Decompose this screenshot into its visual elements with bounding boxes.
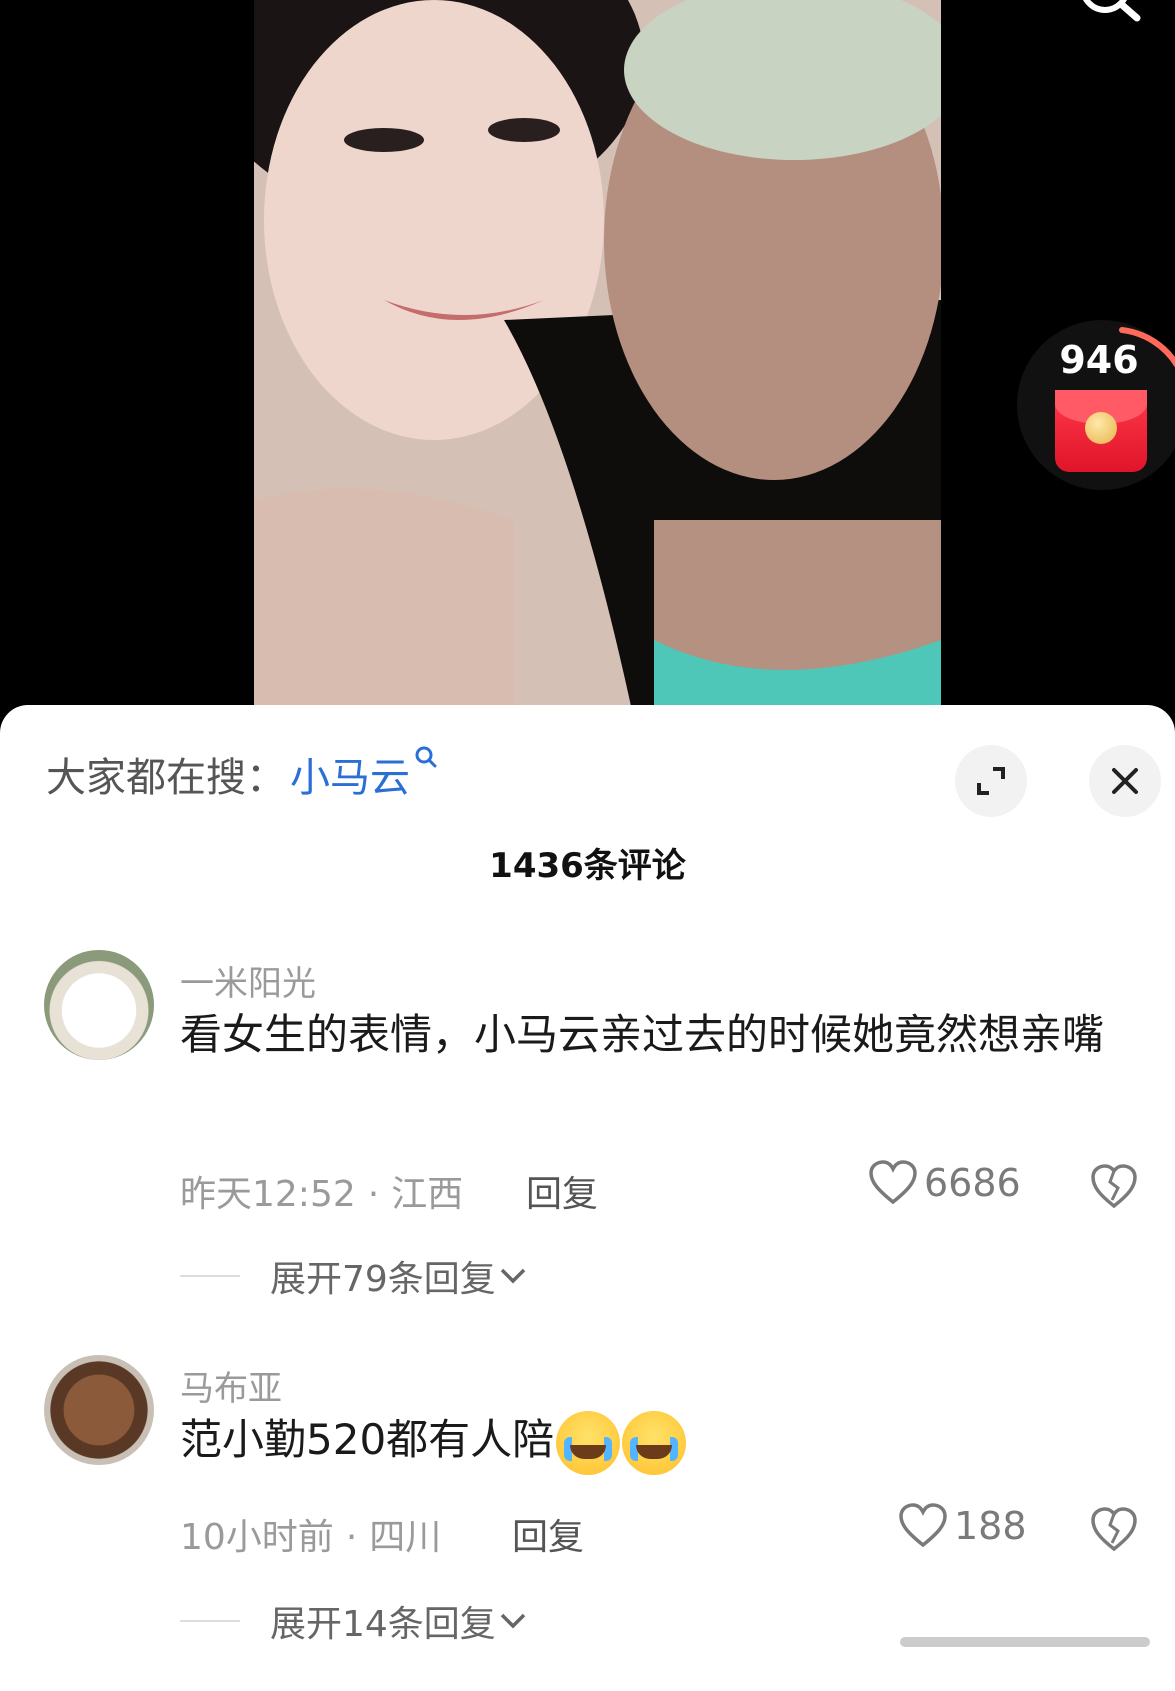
like-button[interactable]: 188 bbox=[898, 1503, 1027, 1549]
crying-emoji-icon bbox=[556, 1410, 621, 1475]
heart-icon bbox=[869, 1160, 917, 1205]
expand-replies-button[interactable]: 展开14条回复 bbox=[180, 1595, 530, 1647]
comment-sheet: 大家都在搜： 小马云 1436条评论 一米阳光 看女生的表情，小马云亲过去的时候她… bbox=[0, 705, 1175, 1691]
expand-replies-label: 展开14条回复 bbox=[270, 1604, 496, 1645]
fullscreen-button[interactable] bbox=[955, 745, 1027, 817]
red-envelope-icon bbox=[1055, 390, 1147, 472]
home-indicator bbox=[900, 1637, 1150, 1647]
divider-line bbox=[180, 1275, 240, 1277]
search-icon bbox=[415, 746, 437, 768]
video-frame[interactable] bbox=[254, 0, 941, 720]
close-button[interactable] bbox=[1089, 745, 1161, 817]
chevron-down-icon bbox=[500, 1613, 526, 1629]
comment-meta: 10小时前 · 四川 bbox=[180, 1517, 442, 1558]
like-count: 188 bbox=[954, 1504, 1027, 1548]
comment-username[interactable]: 一米阳光 bbox=[180, 956, 316, 1005]
comment-count: 1436条评论 bbox=[489, 846, 686, 886]
like-button[interactable]: 6686 bbox=[868, 1160, 1021, 1206]
comment-meta: 昨天12:52 · 江西 bbox=[180, 1174, 464, 1215]
chevron-down-icon bbox=[500, 1268, 526, 1284]
comment-time: 昨天12:52 bbox=[180, 1174, 356, 1215]
comment-text: 看女生的表情，小马云亲过去的时候她竟然想亲嘴 bbox=[180, 1010, 1105, 1059]
red-packet-widget[interactable]: 946 bbox=[1017, 320, 1175, 490]
reply-button[interactable]: 回复 bbox=[526, 1165, 598, 1217]
comment-text-row: 范小勤520都有人陪 bbox=[180, 1405, 1140, 1475]
crying-emoji-icon bbox=[622, 1410, 687, 1475]
expand-icon bbox=[977, 767, 1005, 795]
avatar[interactable] bbox=[44, 1355, 154, 1465]
comment-location: 四川 bbox=[369, 1517, 442, 1558]
video-still-image bbox=[254, 0, 941, 720]
video-player[interactable]: 946 bbox=[0, 0, 1175, 720]
hot-search-term[interactable]: 小马云 bbox=[290, 755, 410, 801]
red-packet-count: 946 bbox=[1059, 338, 1139, 382]
broken-heart-icon[interactable] bbox=[1090, 1162, 1138, 1210]
divider-line bbox=[180, 1620, 240, 1622]
search-icon[interactable] bbox=[1075, 0, 1145, 28]
like-count: 6686 bbox=[924, 1161, 1021, 1205]
expand-replies-button[interactable]: 展开79条回复 bbox=[180, 1250, 530, 1302]
comment-time: 10小时前 bbox=[180, 1517, 334, 1558]
expand-replies-label: 展开79条回复 bbox=[270, 1259, 496, 1300]
avatar[interactable] bbox=[44, 950, 154, 1060]
comment-location: 江西 bbox=[391, 1174, 464, 1215]
comment-text: 范小勤520都有人陪 bbox=[180, 1415, 555, 1464]
hot-search-bar[interactable]: 大家都在搜： 小马云 bbox=[46, 745, 438, 803]
comment-username[interactable]: 马布亚 bbox=[180, 1361, 282, 1410]
reply-button[interactable]: 回复 bbox=[512, 1508, 584, 1560]
close-icon bbox=[1112, 768, 1138, 794]
hot-search-label: 大家都在搜： bbox=[46, 755, 286, 801]
broken-heart-icon[interactable] bbox=[1090, 1505, 1138, 1553]
heart-icon bbox=[899, 1503, 947, 1548]
